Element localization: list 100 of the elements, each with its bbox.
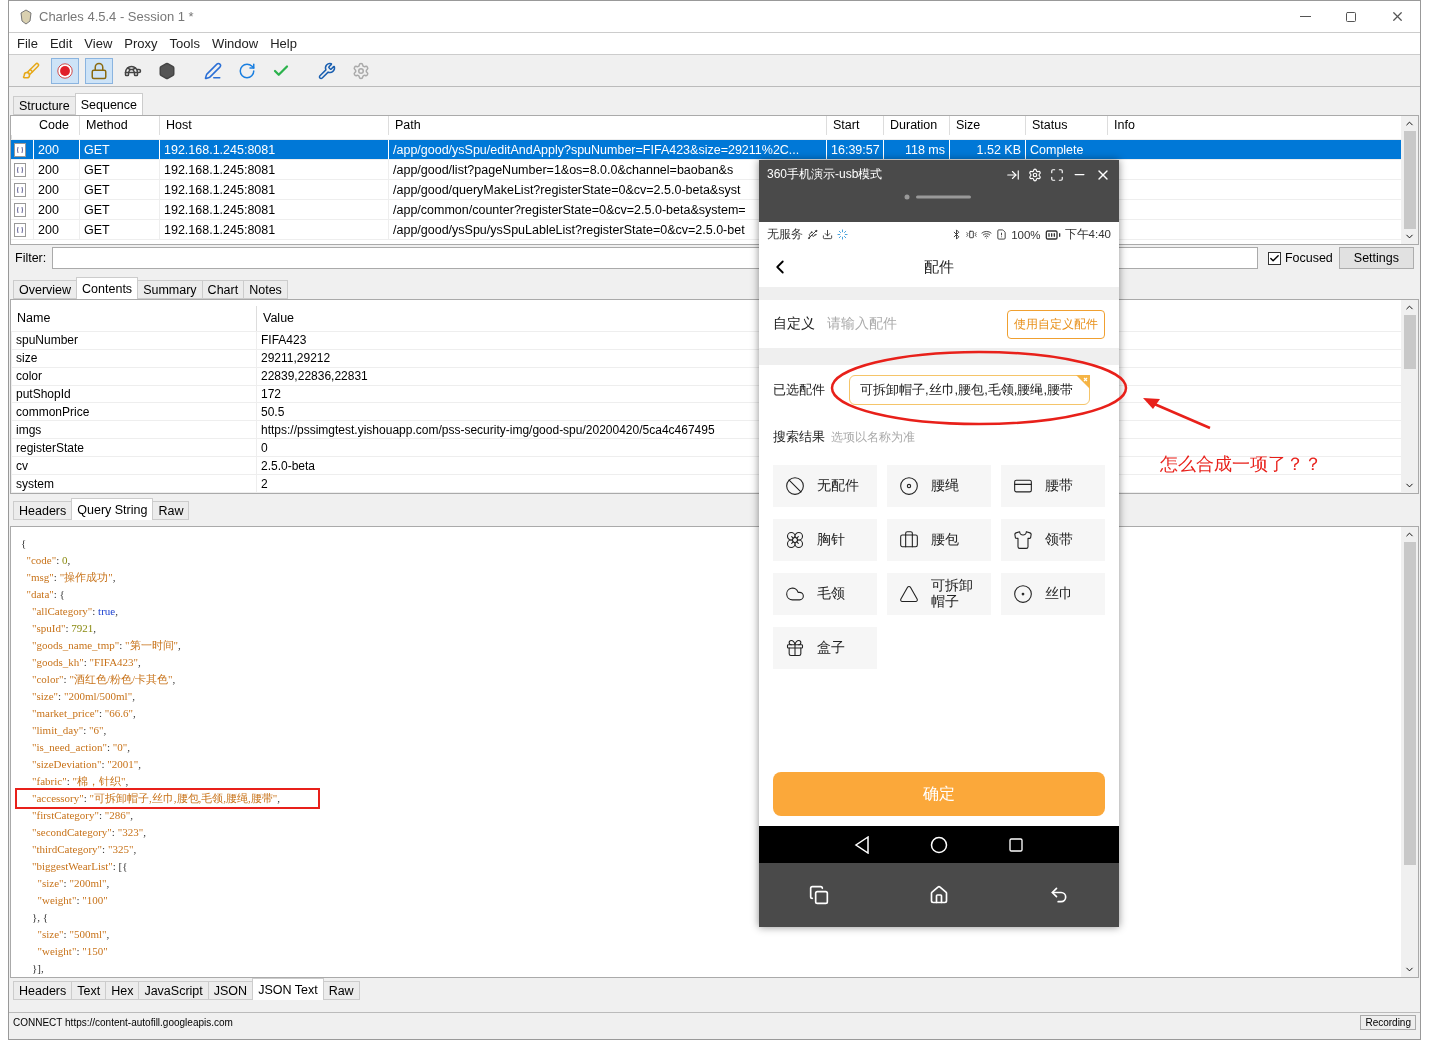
accessory-option[interactable]: 毛领 — [773, 573, 877, 615]
table-cell: 192.168.1.245:8081 — [159, 180, 388, 199]
accessory-option[interactable]: 腰绳 — [887, 465, 991, 507]
code-line: "spuId": 7921, — [31, 621, 97, 636]
tab[interactable]: Hex — [105, 981, 140, 1000]
table-cell: spuNumber — [11, 331, 256, 349]
selected-chip[interactable]: 可拆卸帽子,丝巾,腰包,毛领,腰绳,腰带 — [849, 375, 1091, 405]
code-line: "msg": "操作成功", — [25, 570, 117, 585]
tab[interactable]: JavaScript — [138, 981, 209, 1000]
column-header: Start — [826, 116, 883, 135]
code-line: }, { — [31, 910, 50, 925]
menu-item[interactable]: File — [11, 36, 44, 51]
recording-button[interactable]: Recording — [1360, 1015, 1416, 1030]
column-header: Path — [388, 116, 826, 135]
tab[interactable]: Query String — [71, 498, 154, 520]
toolbar-button[interactable] — [85, 57, 113, 84]
tab[interactable]: Structure — [13, 96, 76, 115]
table-cell: 200 — [33, 180, 79, 199]
menu-item[interactable]: Proxy — [118, 36, 164, 51]
code-line: "size": "200ml", — [36, 876, 111, 891]
custom-label: 自定义 — [773, 315, 815, 333]
tab[interactable]: Contents — [76, 277, 139, 299]
table-cell: 200 — [33, 200, 79, 219]
table-cell: GET — [79, 140, 159, 159]
accessory-option[interactable]: 腰包 — [887, 519, 991, 561]
tab[interactable]: Sequence — [74, 93, 144, 115]
lock-icon — [90, 61, 108, 80]
scrollbar-thumb[interactable] — [1403, 131, 1416, 229]
table-cell: GET — [79, 200, 159, 219]
back-icon[interactable] — [854, 835, 870, 854]
column-header: Size — [949, 116, 1025, 135]
table-cell: putShopId — [11, 385, 256, 403]
checkmark-icon — [1268, 252, 1280, 264]
table-cell: Complete — [1025, 140, 1107, 159]
settings-button[interactable]: Settings — [1338, 247, 1414, 269]
tab[interactable]: JSON — [207, 981, 254, 1000]
tab[interactable]: Chart — [201, 280, 245, 299]
table-cell: 192.168.1.245:8081 — [159, 200, 388, 219]
pen-icon — [204, 61, 222, 80]
code-line: "is_need_action": "0", — [31, 740, 131, 755]
table-cell: size — [11, 349, 256, 367]
tab[interactable]: Raw — [152, 501, 190, 520]
accessory-option[interactable]: 丝巾 — [1001, 573, 1105, 615]
document-icon — [14, 162, 26, 177]
accessory-option[interactable]: 无配件 — [773, 465, 877, 507]
menu-item[interactable]: Edit — [43, 36, 79, 51]
tab[interactable]: Text — [71, 981, 107, 1000]
tab[interactable]: Headers — [13, 501, 73, 520]
table-cell: cv — [11, 457, 256, 475]
tab[interactable]: JSON Text — [252, 978, 324, 1000]
window-title: Charles 4.5.4 - Session 1 * — [39, 9, 195, 24]
code-line: "secondCategory": "323", — [31, 825, 147, 840]
table-cell: system — [11, 475, 256, 492]
tab[interactable]: Summary — [137, 280, 203, 299]
table-row[interactable]: 200 GET 192.168.1.245:8081 /app/good/ysSpu/editAndApply?spuNumber=FIFA423&size=29211%2C... 16:39:57 118 ms 1.52 KB Complete — [11, 140, 1401, 160]
code-line: "color": "酒红色/粉色/卡其色", — [31, 672, 177, 687]
scrollbar-thumb[interactable] — [1403, 542, 1416, 866]
menu-item[interactable]: Tools — [163, 36, 206, 51]
accessory-option[interactable]: 腰带 — [1001, 465, 1105, 507]
scrollbar[interactable] — [1401, 527, 1418, 977]
table-cell: 200 — [33, 160, 79, 179]
tab[interactable]: Headers — [13, 981, 73, 1000]
document-icon — [14, 222, 26, 237]
fullscreen-icon[interactable] — [1050, 167, 1064, 182]
table-cell: 200 — [33, 220, 79, 239]
scrollbar[interactable] — [1401, 300, 1418, 493]
focused-checkbox[interactable]: Focused — [1267, 251, 1333, 265]
dock-icon[interactable] — [1006, 167, 1020, 182]
code-line: "firstCategory": "286", — [31, 808, 135, 823]
tab[interactable]: Overview — [13, 280, 78, 299]
code-line: "limit_day": "6", — [31, 723, 108, 738]
back-icon[interactable] — [1049, 885, 1069, 905]
menu-item[interactable]: View — [78, 36, 119, 51]
accessory-option[interactable]: 可拆卸帽子 — [887, 573, 991, 615]
tab[interactable]: Raw — [322, 981, 360, 1000]
code-line: "sizeDeviation": "2001", — [31, 757, 142, 772]
settings-icon[interactable] — [1028, 167, 1042, 182]
accessory-option[interactable]: 盒子 — [773, 627, 877, 669]
code-line: "size": "200ml/500ml", — [31, 689, 136, 704]
code-line: "weight": "150" — [36, 944, 109, 959]
code-line: "goods_name_tmp": "第一时间", — [31, 638, 182, 653]
menu-item[interactable]: Window — [205, 36, 265, 51]
accessory-option[interactable]: 胸针 — [773, 519, 877, 561]
accessory-option[interactable]: 领带 — [1001, 519, 1105, 561]
settings-icon — [352, 61, 370, 80]
code-line: "allCategory": true, — [31, 604, 119, 619]
usb-icon — [807, 229, 818, 240]
home-icon[interactable] — [929, 885, 949, 905]
scrollbar-thumb[interactable] — [1403, 315, 1416, 370]
code-line: "size": "500ml", — [36, 927, 111, 942]
recents-icon[interactable] — [1008, 836, 1024, 853]
tab[interactable]: Notes — [243, 280, 288, 299]
home-icon[interactable] — [930, 835, 948, 854]
recents-icon[interactable] — [809, 885, 829, 905]
table-cell: commonPrice — [11, 403, 256, 421]
scrollbar[interactable] — [1401, 116, 1418, 244]
toolbar-button[interactable] — [51, 57, 79, 84]
drag-handle-icon — [904, 194, 974, 200]
menu-item[interactable]: Help — [264, 36, 303, 51]
ban-icon — [785, 476, 805, 496]
